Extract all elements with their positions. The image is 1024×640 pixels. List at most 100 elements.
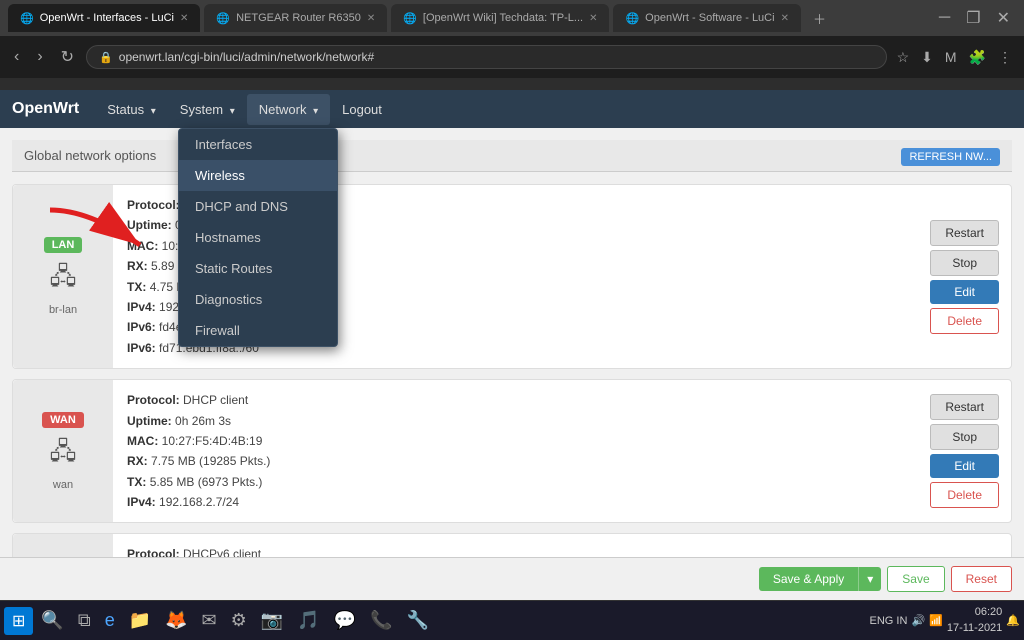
save-button[interactable]: Save xyxy=(887,566,944,592)
lock-icon: 🔒 xyxy=(99,51,113,64)
clock-date: 17-11-2021 xyxy=(947,621,1002,636)
interface-details-wan: Protocol: DHCP client Uptime: 0h 26m 3s … xyxy=(113,380,918,522)
volume-icon[interactable]: 🔊 xyxy=(911,614,925,627)
bookmark-icon[interactable]: ☆ xyxy=(893,45,914,70)
network-icon: 🖧 xyxy=(50,434,77,475)
dropdown-item-interfaces[interactable]: Interfaces xyxy=(179,129,337,160)
bottom-bar: Save & Apply ▾ Save Reset xyxy=(0,557,1024,600)
tab-close-icon[interactable]: ✕ xyxy=(781,13,789,24)
browser-nav-bar: ‹ › ↻ 🔒 openwrt.lan/cgi-bin/luci/admin/n… xyxy=(0,36,1024,78)
edit-button-lan[interactable]: Edit xyxy=(930,280,999,304)
tab-close-icon[interactable]: ✕ xyxy=(589,13,597,24)
app2-icon[interactable]: 🎵 xyxy=(291,606,325,635)
dropdown-item-static-routes[interactable]: Static Routes xyxy=(179,253,337,284)
forward-button[interactable]: › xyxy=(31,44,48,70)
explorer-icon[interactable]: 📁 xyxy=(123,606,157,635)
interface-icon-area-wan6: WAN6 🖧 wan xyxy=(13,534,113,557)
stop-button-lan[interactable]: Stop xyxy=(930,250,999,276)
tab-close-icon[interactable]: ✕ xyxy=(367,13,375,24)
interface-actions-wan6: Restart Stop Edit Delete xyxy=(918,534,1011,557)
content-area: REFRESH NW... Global network options LAN… xyxy=(0,128,1024,557)
taskbar: ⊞ 🔍 ⧉ e 📁 🦊 ✉ ⚙ 📷 🎵 💬 📞 🔧 ENG IN 🔊 📶 06:… xyxy=(0,600,1024,640)
nav-logout[interactable]: Logout xyxy=(330,94,394,125)
reset-button[interactable]: Reset xyxy=(951,566,1012,592)
extensions-icon[interactable]: 🧩 xyxy=(965,45,990,70)
interface-card-wan6: WAN6 🖧 wan Protocol: DHCPv6 client Uptim… xyxy=(12,533,1012,557)
clock-time: 06:20 xyxy=(947,605,1002,620)
refresh-button[interactable]: ↻ xyxy=(55,43,80,71)
dropdown-item-firewall[interactable]: Firewall xyxy=(179,315,337,346)
app4-icon[interactable]: 📞 xyxy=(364,606,398,635)
interface-actions-lan: Restart Stop Edit Delete xyxy=(918,185,1011,368)
interface-actions-wan: Restart Stop Edit Delete xyxy=(918,380,1011,522)
app1-icon[interactable]: 📷 xyxy=(255,606,289,635)
interface-badge-wan: WAN xyxy=(42,412,84,428)
taskbar-right: ENG IN 🔊 📶 06:20 17-11-2021 🔔 xyxy=(870,605,1020,636)
settings-icon[interactable]: ⚙ xyxy=(225,606,253,635)
close-button[interactable]: ✕ xyxy=(991,4,1016,32)
app-container: OpenWrt Status ▾ System ▾ Network ▾ Logo… xyxy=(0,90,1024,600)
interface-icon-area-wan: WAN 🖧 wan xyxy=(13,380,113,522)
download-icon[interactable]: ⬇ xyxy=(917,45,937,70)
nav-system[interactable]: System ▾ xyxy=(168,94,247,125)
caret-icon: ▾ xyxy=(313,106,318,117)
interface-card-wan: WAN 🖧 wan Protocol: DHCP client Uptime: … xyxy=(12,379,1012,523)
network-icon: 🖧 xyxy=(50,259,77,300)
save-apply-dropdown-button[interactable]: ▾ xyxy=(858,567,881,591)
interface-details-wan6: Protocol: DHCPv6 client Uptime: 0h 25m 5… xyxy=(113,534,918,557)
dropdown-item-wireless[interactable]: Wireless xyxy=(179,160,337,191)
start-button[interactable]: ⊞ xyxy=(4,607,33,635)
restore-button[interactable]: ❐ xyxy=(960,4,986,32)
taskbar-clock: 06:20 17-11-2021 xyxy=(947,605,1002,636)
delete-button-wan[interactable]: Delete xyxy=(930,482,999,508)
new-tab-button[interactable]: ＋ xyxy=(805,9,834,28)
save-apply-button[interactable]: Save & Apply xyxy=(759,567,858,591)
network-dropdown-menu: Interfaces Wireless DHCP and DNS Hostnam… xyxy=(178,128,338,347)
interface-card-lan: LAN 🖧 br-lan Protocol: Static address Up… xyxy=(12,184,1012,369)
nav-network[interactable]: Network ▾ xyxy=(247,94,330,125)
task-view-button[interactable]: ⧉ xyxy=(72,606,97,635)
restart-button-wan[interactable]: Restart xyxy=(930,394,999,420)
tab-close-icon[interactable]: ✕ xyxy=(180,13,188,24)
tab-openwrt-wiki[interactable]: 🌐 [OpenWrt Wiki] Techdata: TP-L... ✕ xyxy=(391,4,609,32)
interface-icon-area-lan: LAN 🖧 br-lan xyxy=(13,185,113,368)
app5-icon[interactable]: 🔧 xyxy=(400,606,434,635)
dropdown-item-hostnames[interactable]: Hostnames xyxy=(179,222,337,253)
page-header: REFRESH NW... Global network options xyxy=(12,140,1012,172)
minimize-button[interactable]: ─ xyxy=(933,5,956,31)
lang-indicator: ENG IN xyxy=(870,615,908,627)
caret-icon: ▾ xyxy=(151,106,156,117)
address-text: openwrt.lan/cgi-bin/luci/admin/network/n… xyxy=(119,50,874,64)
restart-button-lan[interactable]: Restart xyxy=(930,220,999,246)
firefox-icon[interactable]: 🦊 xyxy=(159,606,193,635)
tab-netgear[interactable]: 🌐 NETGEAR Router R6350 ✕ xyxy=(204,4,387,32)
stop-button-wan[interactable]: Stop xyxy=(930,424,999,450)
refresh-button[interactable]: REFRESH NW... xyxy=(901,148,1000,166)
app3-icon[interactable]: 💬 xyxy=(328,606,362,635)
interface-name-wan: wan xyxy=(53,479,73,491)
dropdown-item-diagnostics[interactable]: Diagnostics xyxy=(179,284,337,315)
nav-status[interactable]: Status ▾ xyxy=(95,94,168,125)
caret-icon: ▾ xyxy=(230,106,235,117)
address-bar[interactable]: 🔒 openwrt.lan/cgi-bin/luci/admin/network… xyxy=(86,45,887,69)
search-taskbar-button[interactable]: 🔍 xyxy=(35,606,69,635)
network-tray-icon[interactable]: 📶 xyxy=(929,614,943,627)
delete-button-lan[interactable]: Delete xyxy=(930,308,999,334)
interface-name-lan: br-lan xyxy=(49,304,77,316)
dropdown-item-dhcp-dns[interactable]: DHCP and DNS xyxy=(179,191,337,222)
system-tray: ENG IN 🔊 📶 xyxy=(870,614,943,627)
notification-icon[interactable]: 🔔 xyxy=(1006,614,1020,627)
edit-button-wan[interactable]: Edit xyxy=(930,454,999,478)
mail-icon[interactable]: ✉ xyxy=(196,606,223,635)
back-button[interactable]: ‹ xyxy=(8,44,25,70)
top-nav: OpenWrt Status ▾ System ▾ Network ▾ Logo… xyxy=(0,90,1024,128)
edge-icon[interactable]: e xyxy=(99,606,121,635)
tab-openwrt-interfaces[interactable]: 🌐 OpenWrt - Interfaces - LuCi ✕ xyxy=(8,4,200,32)
profile-icon[interactable]: M xyxy=(941,45,961,70)
tab-openwrt-software[interactable]: 🌐 OpenWrt - Software - LuCi ✕ xyxy=(613,4,801,32)
interface-badge-lan: LAN xyxy=(44,237,83,253)
save-apply-split-button: Save & Apply ▾ xyxy=(759,567,881,591)
taskbar-left: ⊞ 🔍 ⧉ e 📁 🦊 ✉ ⚙ 📷 🎵 💬 📞 🔧 xyxy=(4,606,435,635)
brand-logo: OpenWrt xyxy=(12,100,79,118)
menu-icon[interactable]: ⋮ xyxy=(994,45,1016,70)
